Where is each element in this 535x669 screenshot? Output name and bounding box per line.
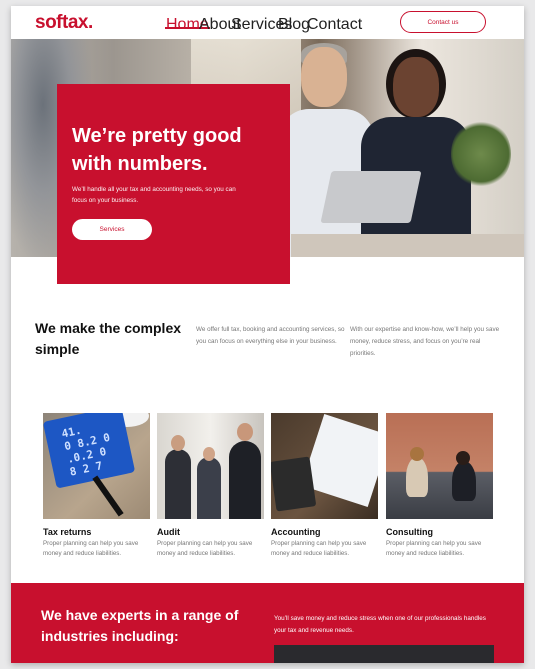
tax-returns-image: 41. 0 8.2 0.0.2 08 2 7 — [43, 413, 150, 519]
service-desc: Proper planning can help you save money … — [386, 540, 482, 557]
service-desc: Proper planning can help you save money … — [43, 540, 139, 557]
experts-text: You’ll save money and reduce stress when… — [274, 615, 486, 634]
experts-image — [274, 645, 494, 663]
page: softax. Home About Services ⌄ Blog Contac… — [11, 6, 524, 663]
softax-logo[interactable]: softax. — [35, 12, 93, 34]
hero-title: We’re pretty good with numbers. — [72, 125, 242, 175]
service-title: Audit — [157, 527, 180, 537]
intro-title: We make the complex simple — [35, 320, 182, 357]
experts-section: We have experts in a range of industries… — [11, 583, 524, 663]
nav-blog[interactable]: Blog — [278, 16, 310, 34]
services-button[interactable]: Services — [72, 219, 152, 240]
hero-subtitle: We’ll handle all your tax and accounting… — [72, 186, 236, 204]
service-card-accounting[interactable]: Accounting Proper planning can help you … — [271, 413, 378, 559]
service-title: Tax returns — [43, 527, 92, 537]
hero-card: We’re pretty good with numbers. We’ll ha… — [57, 84, 290, 284]
intro-text-1: We offer full tax, booking and accountin… — [196, 326, 345, 345]
contact-us-button[interactable]: Contact us — [400, 11, 486, 33]
consulting-image — [386, 413, 493, 519]
experts-title: We have experts in a range of industries… — [41, 607, 239, 644]
service-card-tax-returns[interactable]: 41. 0 8.2 0.0.2 08 2 7 Tax returns Proper… — [43, 413, 150, 559]
service-desc: Proper planning can help you save money … — [157, 540, 253, 557]
service-card-consulting[interactable]: Consulting Proper planning can help you … — [386, 413, 493, 559]
intro-text-2: With our expertise and know-how, we’ll h… — [350, 326, 500, 357]
service-title: Consulting — [386, 527, 433, 537]
service-card-audit[interactable]: Audit Proper planning can help you save … — [157, 413, 264, 559]
audit-image — [157, 413, 264, 519]
service-title: Accounting — [271, 527, 321, 537]
accounting-image — [271, 413, 378, 519]
nav-contact[interactable]: Contact — [307, 16, 362, 34]
service-desc: Proper planning can help you save money … — [271, 540, 367, 557]
